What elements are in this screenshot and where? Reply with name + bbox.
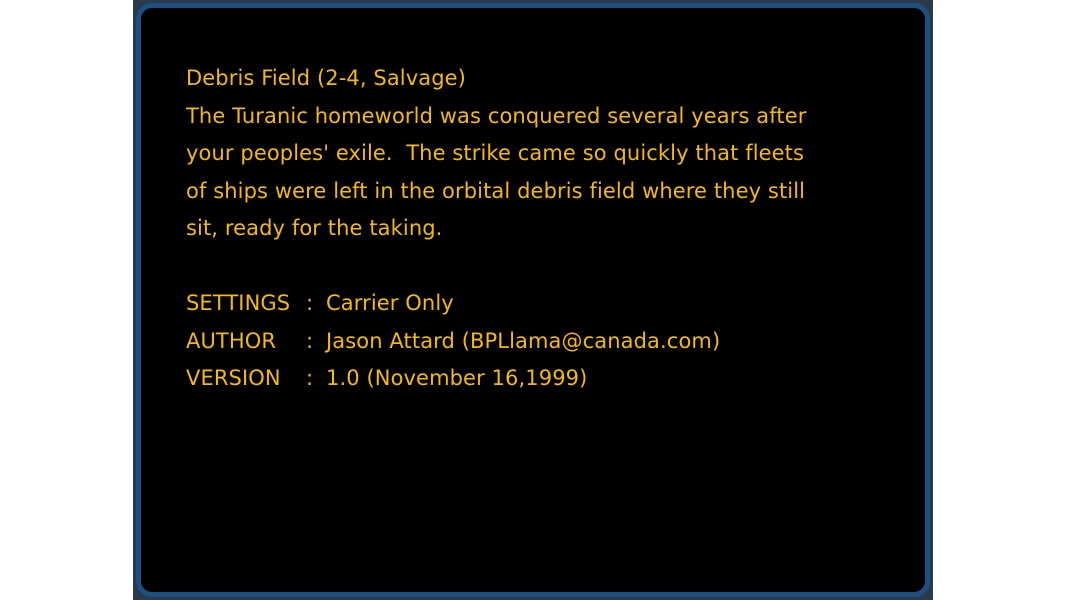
version-separator: :	[306, 366, 314, 390]
mission-description-line-1: The Turanic homeworld was conquered seve…	[186, 103, 807, 128]
version-row: VERSION : 1.0 (November 16,1999)	[186, 360, 906, 398]
mission-description-line-2: your peoples' exile. The strike came so …	[186, 141, 805, 165]
mission-title: Debris Field (2-4, Salvage)	[186, 66, 466, 90]
settings-label: SETTINGS	[186, 291, 291, 315]
version-label: VERSION	[186, 366, 281, 390]
author-separator: :	[306, 328, 314, 353]
settings-value: Carrier Only	[326, 291, 454, 315]
mission-description-line-3: of ships were left in the orbital debris…	[186, 178, 806, 203]
game-screen: Debris Field (2-4, Salvage) The Turanic …	[133, 0, 933, 600]
settings-separator: :	[306, 291, 314, 315]
version-value: 1.0 (November 16,1999)	[326, 366, 588, 390]
author-row: AUTHOR : Jason Attard (BPLlama@canada.co…	[186, 323, 906, 361]
author-label: AUTHOR	[186, 328, 277, 353]
mission-text-block: Debris Field (2-4, Salvage) The Turanic …	[186, 60, 906, 398]
mission-description-line-4: sit, ready for the taking.	[186, 216, 443, 240]
settings-row: SETTINGS : Carrier Only	[186, 285, 906, 323]
author-value: Jason Attard (BPLlama@canada.com)	[326, 328, 721, 353]
mission-description-panel: Debris Field (2-4, Salvage) The Turanic …	[136, 3, 930, 597]
